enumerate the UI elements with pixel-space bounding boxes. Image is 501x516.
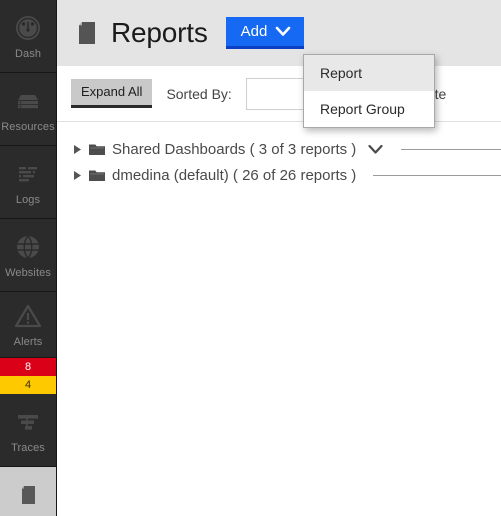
sidebar-item-websites[interactable]: Websites (0, 219, 56, 292)
sidebar-item-dash[interactable]: Dash (0, 0, 56, 73)
status-badge-warning[interactable]: 4 (0, 376, 56, 394)
app-root: Dash Resources Logs Websites Alerts 8 4 … (0, 0, 501, 516)
chevron-down-icon[interactable] (367, 144, 384, 155)
alert-badges: 8 4 (0, 358, 56, 394)
sidebar-item-alerts[interactable]: Alerts (0, 292, 56, 358)
page-title: Reports (111, 16, 208, 48)
tree-row-rule (373, 174, 501, 176)
status-badge-critical[interactable]: 8 (0, 358, 56, 376)
tree-row[interactable]: Shared Dashboards ( 3 of 3 reports ) (57, 136, 501, 162)
add-button-label: Add (240, 22, 268, 40)
caret-right-icon[interactable] (73, 170, 82, 181)
warning-triangle-icon (13, 301, 43, 331)
document-page-icon (75, 20, 99, 46)
expand-all-button[interactable]: Expand All (71, 79, 153, 108)
log-lines-icon (13, 159, 43, 189)
sidebar-item-reports[interactable]: Reports (0, 467, 56, 516)
dashboard-gauge-icon (13, 13, 43, 43)
menu-item-report-group[interactable]: Report Group (304, 91, 434, 127)
sidebar-item-traces[interactable]: Traces (0, 394, 56, 467)
caret-right-icon[interactable] (73, 144, 82, 155)
sidebar-item-label: Alerts (13, 336, 43, 348)
tree-row-rule (401, 148, 501, 150)
sidebar-item-logs[interactable]: Logs (0, 146, 56, 219)
sidebar-item-label: Dash (14, 47, 42, 60)
primary-sidebar: Dash Resources Logs Websites Alerts 8 4 … (0, 0, 57, 516)
sidebar-item-label: Traces (11, 441, 45, 454)
sidebar-item-label: Logs (15, 193, 41, 206)
tree-row[interactable]: dmedina (default) ( 26 of 26 reports ) (57, 162, 501, 188)
tree-row-label: Shared Dashboards ( 3 of 3 reports ) (112, 140, 357, 158)
folder-icon (89, 143, 105, 156)
sorted-by-label: Sorted By: (166, 85, 232, 102)
chevron-down-icon (275, 26, 291, 37)
main-content: Reports Add Expand All Sorted By: Shared… (57, 0, 501, 516)
add-button[interactable]: Add (225, 16, 305, 49)
tree-row-label: dmedina (default) ( 26 of 26 reports ) (112, 166, 357, 184)
server-rack-icon (13, 86, 43, 116)
reports-tree: Shared Dashboards ( 3 of 3 reports ) dme… (57, 122, 501, 188)
sidebar-item-label: Websites (5, 266, 51, 279)
menu-item-report[interactable]: Report (304, 55, 434, 91)
globe-icon (13, 232, 43, 262)
folder-icon (89, 169, 105, 182)
traces-bars-icon (13, 407, 43, 437)
add-dropdown-menu: Report Report Group (303, 54, 435, 128)
sidebar-item-label: Resources (1, 120, 55, 133)
document-page-icon (13, 480, 43, 510)
sidebar-item-resources[interactable]: Resources (0, 73, 56, 146)
